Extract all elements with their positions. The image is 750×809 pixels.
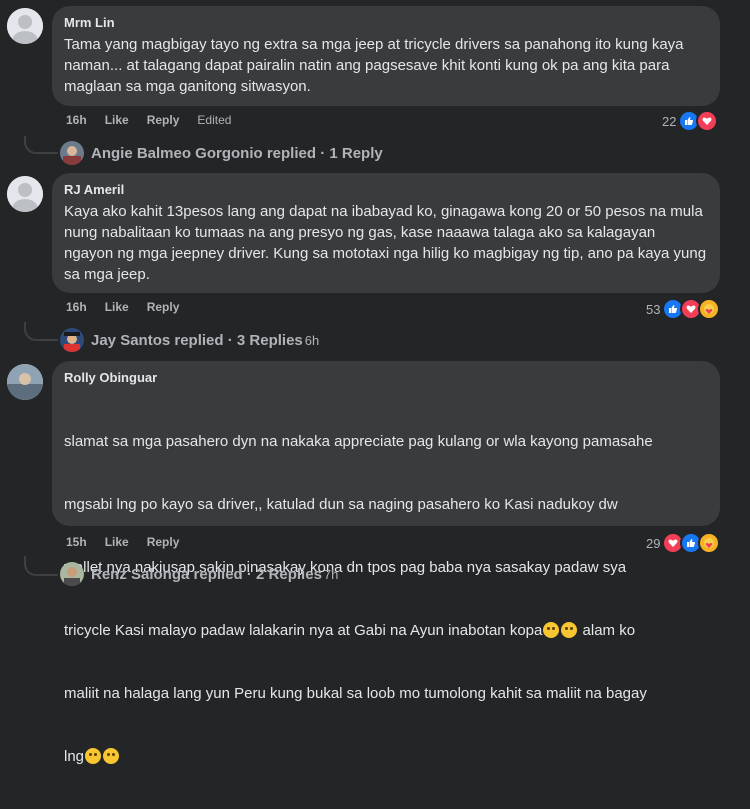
avatar[interactable] (7, 364, 43, 400)
comment-author[interactable]: RJ Ameril (64, 182, 708, 197)
smiling-emoji-icon (85, 748, 102, 764)
thread-line (24, 556, 58, 576)
reaction-count: 29 (646, 535, 661, 551)
comment-text-segment: tricycle Kasi malayo padaw lalakarin nya… (64, 622, 543, 639)
comment-bubble: RJ Ameril Kaya ako kahit 13pesos lang an… (52, 173, 720, 293)
view-replies-link[interactable]: Renz Salonga replied · 2 Replies 7h (60, 562, 338, 586)
reply-button[interactable]: Reply (147, 300, 180, 314)
comment-text: Kaya ako kahit 13pesos lang ang dapat na… (64, 203, 711, 283)
view-replies-link[interactable]: Angie Balmeo Gorgonio replied · 1 Reply (60, 141, 383, 165)
thread-line (24, 136, 58, 154)
comment-bubble: Rolly Obinguar slamat sa mga pasahero dy… (52, 361, 720, 765)
comment-text-line: maliit na halaga lang yun Peru kung buka… (64, 685, 647, 702)
edited-label[interactable]: Edited (197, 113, 231, 127)
like-button[interactable]: Like (105, 300, 129, 314)
replier-name: Renz Salonga replied (91, 565, 243, 583)
reaction-summary[interactable]: 22 (662, 110, 719, 132)
comment-actions: 16h Like Reply Edited (66, 113, 249, 127)
comment-text-segment: alam ko (578, 622, 636, 639)
replier-name: Angie Balmeo Gorgonio replied (91, 144, 317, 162)
comment-time[interactable]: 16h (66, 113, 87, 127)
comment-text-segment: lng (64, 748, 85, 765)
reaction-summary[interactable]: 53 (646, 298, 721, 320)
reply-separator: · (223, 331, 237, 349)
comment-actions: 15h Like Reply (66, 535, 197, 549)
reaction-count: 53 (646, 301, 661, 317)
laughing-emoji-icon (543, 622, 560, 638)
comment-time[interactable]: 16h (66, 300, 87, 314)
comment-actions: 16h Like Reply (66, 300, 197, 314)
reply-button[interactable]: Reply (147, 113, 180, 127)
reply-time: 6h (304, 332, 320, 348)
replier-avatar (60, 328, 84, 352)
comment-text: Tama yang magbigay tayo ng extra sa mga … (64, 36, 688, 95)
thread-line (24, 322, 58, 341)
reply-time: 7h (323, 566, 339, 582)
reply-count: 3 Replies (236, 331, 303, 349)
comment-text: slamat sa mga pasahero dyn na nakaka app… (64, 389, 708, 809)
reply-separator: · (316, 144, 330, 162)
comment-text-line: tricycle Kasi malayo padaw lalakarin nya… (64, 620, 708, 641)
comment-time[interactable]: 15h (66, 535, 87, 549)
avatar[interactable] (7, 176, 43, 212)
love-icon (696, 110, 719, 132)
reaction-summary[interactable]: 29 (646, 532, 721, 554)
comment-bubble: Mrm Lin Tama yang magbigay tayo ng extra… (52, 6, 720, 106)
replier-avatar (60, 562, 84, 586)
comment-text-line: slamat sa mga pasahero dyn na nakaka app… (64, 433, 653, 450)
comment-author[interactable]: Mrm Lin (64, 15, 708, 30)
like-button[interactable]: Like (105, 535, 129, 549)
smiling-emoji-icon (103, 748, 120, 764)
like-button[interactable]: Like (105, 113, 129, 127)
reply-separator: · (242, 565, 257, 583)
comment-text-line: lng (64, 746, 708, 767)
care-icon (698, 532, 721, 554)
view-replies-link[interactable]: Jay Santos replied · 3 Replies 6h (60, 328, 319, 352)
comment-text-line: mgsabi lng po kayo sa driver,, katulad d… (64, 496, 618, 513)
replier-avatar (60, 141, 84, 165)
comment-author[interactable]: Rolly Obinguar (64, 370, 708, 385)
care-icon (698, 298, 721, 320)
laughing-emoji-icon (561, 622, 578, 638)
reply-count: 2 Replies (256, 565, 322, 583)
avatar[interactable] (7, 8, 43, 44)
replier-name: Jay Santos replied (91, 331, 224, 349)
reaction-count: 22 (662, 113, 677, 129)
reply-count: 1 Reply (329, 144, 383, 162)
reply-button[interactable]: Reply (147, 535, 180, 549)
